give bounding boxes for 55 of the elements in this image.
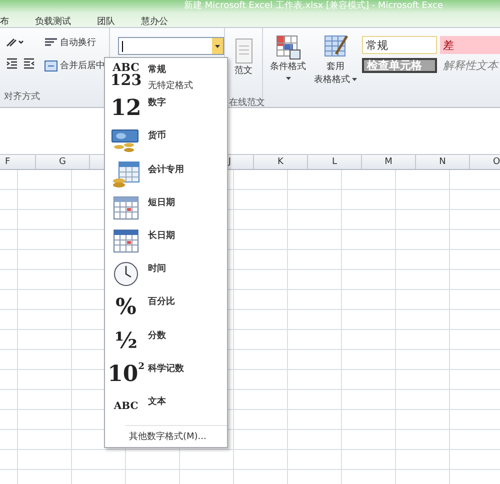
column-header[interactable]: N [416,155,470,169]
format-glyph-icon: ABC [114,402,138,412]
menu-item[interactable]: 长日期 [105,226,227,260]
menu-item[interactable]: 10$^{2}$ 科学记数 [105,358,227,392]
conditional-format-button[interactable]: 条件格式 [267,32,309,92]
document-icon [234,38,252,64]
format-glyph-icon: % [116,296,136,318]
ledger-coins-icon [111,160,141,189]
number-format-dropdown[interactable] [118,37,224,55]
merge-cells-icon [44,60,58,72]
group-label: 对齐方式 [3,90,41,104]
menu-item[interactable]: 货币 [105,126,227,160]
format-glyph-icon: 10$^{2}$ [108,362,144,385]
cell-style[interactable]: 差 [440,36,500,54]
column-header[interactable]: L [308,155,362,169]
banknote-coins-icon [111,128,141,154]
wrap-text-button[interactable]: 自动换行 [44,36,105,49]
ribbon-tab[interactable]: 负载测试 [22,13,84,29]
cell-style[interactable]: 常规 [362,36,437,54]
column-header[interactable]: K [254,155,308,169]
menu-item[interactable]: % 百分比 [105,292,227,326]
format-glyph-icon: 12 [110,97,142,120]
format-as-table-button[interactable]: 套用 表格格式 [311,32,360,92]
merge-center-button[interactable]: 合并后居中 [44,59,105,72]
calendar-icon [113,229,139,254]
menu-item[interactable]: 会计专用 [105,160,227,193]
menu-item[interactable]: ABC 文本 [105,392,227,426]
window-title: 新建 Microsoft Excel 工作表.xlsx [兼容模式] - Microsoft Exce [184,0,444,13]
wrap-text-icon [44,37,58,48]
ribbon-tab[interactable]: 团队 [84,13,128,29]
column-header[interactable]: O [470,155,500,169]
colored-grid-icon [275,34,301,60]
caret-icon [352,78,357,81]
text-orientation-icon[interactable] [6,36,24,48]
column-header[interactable]: F [0,155,36,169]
menu-item[interactable]: 12 数字 [105,93,227,126]
more-formats-link[interactable]: 其他数字格式(M)... [125,425,227,448]
ribbon-tab[interactable]: 慧办公 [128,13,181,29]
menu-item[interactable]: 时间 [105,259,227,292]
indent-icons-drawing[interactable] [6,58,36,70]
column-header[interactable]: M [362,155,416,169]
cell-style[interactable]: 解释性文本 [440,58,500,73]
caret-icon [214,44,220,48]
templates-button[interactable]: 范文 [232,36,256,96]
format-glyph-icon: ABC 123 [110,62,142,88]
group-label: 在线范文 [228,96,262,110]
caret-icon [286,77,290,80]
column-header[interactable]: G [36,155,90,169]
calendar-icon [113,196,139,220]
format-glyph-icon: ½ [114,330,138,352]
menu-item[interactable]: ½ 分数 [105,326,227,359]
clock-icon [113,261,139,288]
menu-item[interactable]: 短日期 [105,192,227,226]
ribbon-tab[interactable]: 布 [0,13,22,29]
text-cursor-icon [122,40,123,52]
